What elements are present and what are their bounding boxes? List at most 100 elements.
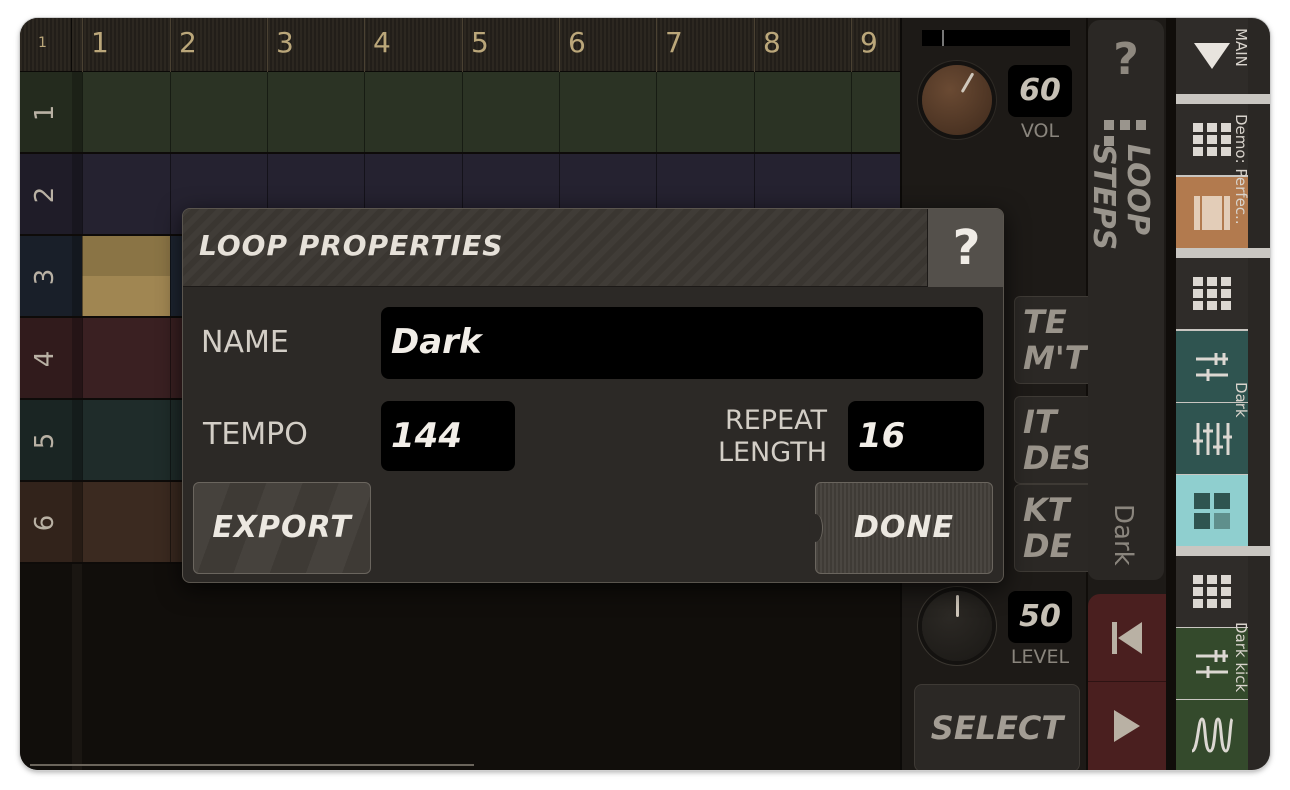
ruler-beat[interactable]: 1 (82, 18, 170, 72)
ruler-beat[interactable]: 7 (656, 18, 754, 72)
dot-icon (1104, 120, 1114, 130)
step-cell[interactable] (82, 154, 170, 234)
level-knob-pointer (956, 595, 959, 617)
rewind-button[interactable] (1088, 594, 1166, 682)
beat-ruler[interactable]: 1 1 2 3 4 5 6 7 8 9 (20, 18, 900, 72)
meter-tick (942, 30, 944, 46)
dot-icon (1120, 120, 1130, 130)
step-cell[interactable] (82, 400, 170, 480)
mute-button-line2: M'T (1023, 339, 1087, 377)
help-button[interactable]: ? (1088, 20, 1164, 100)
track-divider (72, 564, 82, 770)
step-cell[interactable] (170, 72, 267, 152)
tempo-input[interactable]: 144 (381, 401, 515, 471)
play-icon (1114, 710, 1140, 742)
waveform-button[interactable] (1176, 700, 1248, 770)
nav-section-song[interactable]: Demo: Perfec.. (1232, 104, 1270, 248)
ruler-beat-label: 1 (91, 26, 109, 59)
step-cell[interactable] (462, 72, 559, 152)
level-value: 50 (1008, 591, 1072, 643)
ruler-beat[interactable]: 4 (364, 18, 462, 72)
done-button[interactable]: DONE (815, 482, 993, 574)
grid-icon (1193, 574, 1231, 608)
step-cell[interactable] (559, 72, 656, 152)
grid-icon (1193, 122, 1231, 156)
next-mode-button-line1: KT (1023, 491, 1070, 529)
track-label[interactable]: 3 (20, 236, 72, 316)
nav-section-main[interactable]: MAIN (1232, 18, 1270, 94)
ruler-beat-label: 2 (179, 26, 197, 59)
volume-label: VOL (1020, 120, 1060, 142)
loop-steps-label: LOOP STEPS (1086, 144, 1155, 251)
track-label[interactable]: 1 (20, 72, 72, 152)
triangle-down-icon (1194, 43, 1230, 69)
step-cell[interactable] (82, 482, 170, 562)
nav-strip: MAIN Demo: Perfec.. Dark Dark kick (1176, 18, 1270, 770)
pads-icon (1194, 492, 1230, 529)
ruler-beat-label: 4 (373, 26, 391, 59)
dialog-help-button[interactable]: ? (927, 209, 1003, 287)
step-cell[interactable] (82, 236, 170, 316)
nav-section-loop[interactable]: Dark (1232, 258, 1270, 546)
track-row: 1 (20, 72, 900, 154)
track-label[interactable]: 6 (20, 482, 72, 562)
volume-knob-pointer (960, 72, 975, 93)
nav-section-label: Dark kick (1232, 622, 1250, 693)
step-cell[interactable] (656, 72, 754, 152)
ruler-beat[interactable]: 2 (170, 18, 267, 72)
step-cell[interactable] (82, 72, 170, 152)
select-button[interactable]: SELECT (914, 684, 1080, 770)
level-knob[interactable] (922, 591, 992, 661)
track-label[interactable]: 4 (20, 318, 72, 398)
export-button[interactable]: EXPORT (193, 482, 371, 574)
nav-section-label: MAIN (1232, 28, 1250, 67)
grid-button-2[interactable] (1176, 258, 1248, 329)
play-button[interactable] (1088, 682, 1166, 770)
loop-steps-column: ? LOOP STEPS Dark (1086, 18, 1166, 770)
grid-button-3[interactable] (1176, 556, 1248, 627)
name-input[interactable]: Dark (381, 307, 983, 379)
tempo-label: TEMPO (203, 417, 308, 452)
ruler-beat[interactable]: 6 (559, 18, 656, 72)
ruler-beat[interactable]: 8 (754, 18, 851, 72)
plug-icon (1196, 352, 1228, 381)
edit-modes-button-line2: DES (1023, 439, 1095, 477)
step-cell[interactable] (82, 318, 170, 398)
name-label: NAME (201, 325, 289, 360)
ruler-beat-label: 3 (276, 26, 294, 59)
skip-back-icon (1112, 622, 1142, 654)
loop-properties-dialog: LOOP PROPERTIES ? NAME Dark TEMPO 144 RE… (182, 208, 1004, 583)
ruler-beat[interactable]: 5 (462, 18, 559, 72)
nav-section-instrument[interactable]: Dark kick (1232, 556, 1270, 770)
track-number: 1 (30, 104, 60, 122)
loop-bracket-icon (1194, 195, 1230, 230)
loop-steps-line2: STEPS (1086, 144, 1121, 251)
step-cell[interactable] (267, 72, 364, 152)
step-cell[interactable] (364, 72, 462, 152)
step-cell[interactable] (754, 72, 851, 152)
ruler-corner: 1 (20, 18, 72, 72)
track-number: 2 (30, 186, 60, 204)
track-divider (72, 318, 82, 398)
ruler-corner-label: 1 (38, 35, 47, 51)
track-label[interactable]: 5 (20, 400, 72, 480)
ruler-beat-label: 8 (763, 26, 781, 59)
ruler-beat[interactable]: 3 (267, 18, 364, 72)
ruler-beat[interactable]: 9 (851, 18, 900, 72)
ruler-beat-label: 6 (568, 26, 586, 59)
track-number: 4 (30, 350, 60, 368)
sliders-icon (1193, 422, 1232, 455)
repeat-length-label-line1: REPEAT (724, 405, 827, 436)
ruler-beat-label: 7 (665, 26, 683, 59)
track-number: 3 (30, 268, 60, 286)
repeat-length-input[interactable]: 16 (848, 401, 984, 471)
pads-button[interactable] (1176, 475, 1248, 546)
track-divider (72, 482, 82, 562)
volume-knob[interactable] (922, 65, 992, 135)
step-cell[interactable] (851, 72, 900, 152)
horizontal-scrollbar[interactable] (30, 764, 474, 766)
level-meter (922, 30, 1070, 46)
repeat-length-label: REPEAT LENGTH (703, 405, 827, 469)
transport-controls (1088, 594, 1166, 770)
track-label[interactable]: 2 (20, 154, 72, 234)
